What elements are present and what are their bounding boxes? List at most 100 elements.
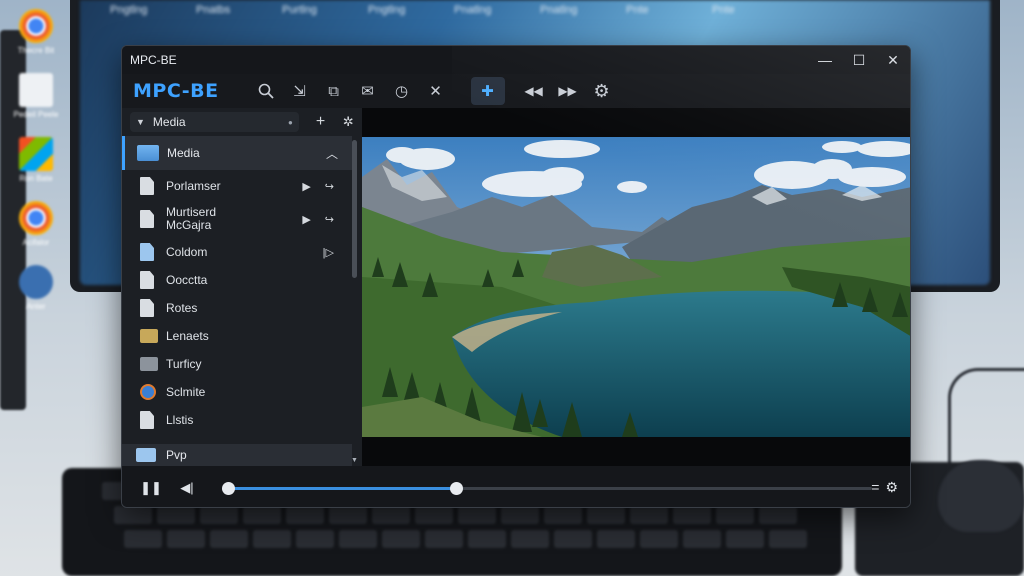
video-display[interactable]: [362, 108, 910, 466]
desktop-icon: Pedeil Peele: [6, 64, 66, 128]
media-list-footer-item[interactable]: Pvp: [122, 444, 352, 466]
background-mouse: [938, 460, 1024, 532]
media-list-item[interactable]: Llstis: [122, 406, 352, 434]
media-list-item[interactable]: Murtiserd McGajra ▶ ↪: [122, 200, 352, 238]
background-taskbar-label: Pngtlng: [368, 4, 406, 16]
mail-icon[interactable]: ✉: [351, 77, 385, 105]
desktop-icon-label: Acifalor: [22, 238, 50, 247]
document-icon: [140, 177, 154, 195]
fast-forward-icon[interactable]: ▶▶: [551, 77, 585, 105]
desktop-icon: Ron Bate: [6, 128, 66, 192]
folder-icon: [136, 448, 156, 462]
desktop-icon-label: Ron Bate: [19, 174, 53, 183]
box-icon: [140, 357, 158, 371]
background-taskbar: Pngtlng Pnatbs Purtlng Pngtlng Pnatlng Pnatln…: [110, 4, 754, 16]
dropdown-dot-icon: ●: [287, 117, 293, 127]
media-dropdown[interactable]: ▼ Media ●: [130, 112, 299, 132]
media-item-label: Lenaets: [166, 328, 209, 343]
rewind-icon[interactable]: ◀◀: [517, 77, 551, 105]
seek-start-handle[interactable]: [221, 481, 235, 495]
search-icon[interactable]: [249, 77, 283, 105]
background-taskbar-label: Pngtlng: [110, 4, 148, 16]
scrollbar-thumb[interactable]: [352, 140, 357, 278]
media-item-label: Llstis: [166, 412, 194, 427]
footer-item-label: Pvp: [166, 448, 187, 462]
media-section-label: Media: [167, 146, 200, 160]
media-list-item[interactable]: Turficy: [122, 350, 352, 378]
media-list-item[interactable]: Coldom |▷: [122, 238, 352, 266]
sidebar-header: ▼ Media ● + ✲: [122, 108, 362, 136]
title-bar[interactable]: MPC-BE — ☐ ✕: [122, 46, 910, 74]
background-taskbar-label: Pnatbs: [196, 4, 231, 16]
media-list-item[interactable]: Oocctta: [122, 266, 352, 294]
folder-icon: [137, 145, 159, 161]
desktop-icon-label: Pedeil Peele: [13, 110, 59, 119]
close-icon[interactable]: ✕: [419, 77, 453, 105]
sidebar-scrollbar[interactable]: ▼: [351, 136, 359, 466]
window-controls: — ☐ ✕: [808, 46, 910, 74]
add-media-button[interactable]: +: [307, 113, 335, 131]
file-stack-icon[interactable]: ⧉: [317, 77, 351, 105]
close-window-button[interactable]: ✕: [876, 46, 910, 74]
queue-icon[interactable]: ↪: [325, 180, 334, 193]
app-icon: [19, 265, 53, 299]
chevron-up-icon[interactable]: ︿: [326, 145, 338, 162]
skip-icon[interactable]: |▷: [323, 246, 334, 259]
controls-right: = ⚙: [871, 479, 898, 496]
play-icon[interactable]: ▶: [302, 213, 310, 226]
add-plugin-icon[interactable]: ✚: [470, 77, 505, 105]
dropdown-arrow-icon: ▼: [136, 117, 145, 127]
seek-bar[interactable]: [221, 481, 872, 495]
settings-icon[interactable]: ⚙: [585, 77, 619, 105]
chrome-icon: [19, 201, 53, 235]
media-section-header[interactable]: Media ︿: [122, 136, 352, 170]
media-list-item[interactable]: Rotes: [122, 294, 352, 322]
document-icon: [140, 299, 154, 317]
scroll-down-icon[interactable]: ▼: [351, 457, 358, 464]
player-settings-icon[interactable]: ⚙: [885, 479, 898, 496]
document-icon: [140, 271, 154, 289]
media-item-label: Porlamser: [166, 178, 221, 193]
background-taskbar-label: Pnatlng: [454, 4, 492, 16]
chrome-icon: [19, 9, 53, 43]
media-list: Porlamser ▶ ↪ Murtiserd McGajra ▶ ↪ Coldom |▷ Oo…: [122, 172, 352, 434]
media-item-actions: ▶ ↪: [302, 213, 334, 226]
media-item-label: Sclmite: [166, 384, 206, 399]
queue-icon[interactable]: ↪: [325, 213, 334, 226]
media-item-label: Murtiserd McGajra: [166, 205, 217, 232]
media-list-item[interactable]: Lenaets: [122, 322, 352, 350]
media-list-item[interactable]: Sclmite: [122, 378, 352, 406]
timer-icon[interactable]: ◷: [385, 77, 419, 105]
media-item-label: Coldom: [166, 244, 208, 259]
globe-icon: [140, 384, 156, 400]
seek-handle[interactable]: [449, 481, 463, 495]
media-item-label: Rotes: [166, 300, 198, 315]
document-icon: [140, 243, 154, 261]
user-add-icon[interactable]: ⇲: [283, 77, 317, 105]
media-sidebar: ▼ Media ● + ✲ Media ︿ Porlamser ▶ ↪ Murtise…: [122, 108, 362, 466]
key-row: [124, 530, 807, 548]
media-list-item[interactable]: Porlamser ▶ ↪: [122, 172, 352, 200]
menu-lines-icon[interactable]: =: [871, 479, 879, 496]
desktop-icon-label: Anter: [26, 302, 46, 311]
maximize-button[interactable]: ☐: [842, 46, 876, 74]
document-icon: [140, 210, 154, 228]
background-taskbar-label: Pnatlng: [540, 4, 578, 16]
media-dropdown-label: Media: [152, 115, 186, 129]
background-cable: [948, 368, 1024, 468]
frame-step-button[interactable]: ◀|: [172, 473, 202, 503]
folder-icon: [140, 329, 158, 343]
mountain-lake-frame: [362, 137, 910, 437]
document-icon: [140, 411, 154, 429]
background-taskbar-label: Pnte: [712, 4, 735, 16]
minimize-button[interactable]: —: [808, 46, 842, 74]
brand-logo: MPC-BE: [133, 80, 219, 102]
window-title: MPC-BE: [130, 53, 177, 67]
desktop-icon: Thecre Bit: [6, 0, 66, 64]
background-taskbar-label: Pnte: [626, 4, 649, 16]
pause-button[interactable]: ❚❚: [136, 473, 166, 503]
key-row: [114, 506, 797, 524]
file-icon: [19, 73, 53, 107]
sidebar-settings-icon[interactable]: ✲: [334, 114, 362, 130]
play-icon[interactable]: ▶: [302, 180, 310, 193]
